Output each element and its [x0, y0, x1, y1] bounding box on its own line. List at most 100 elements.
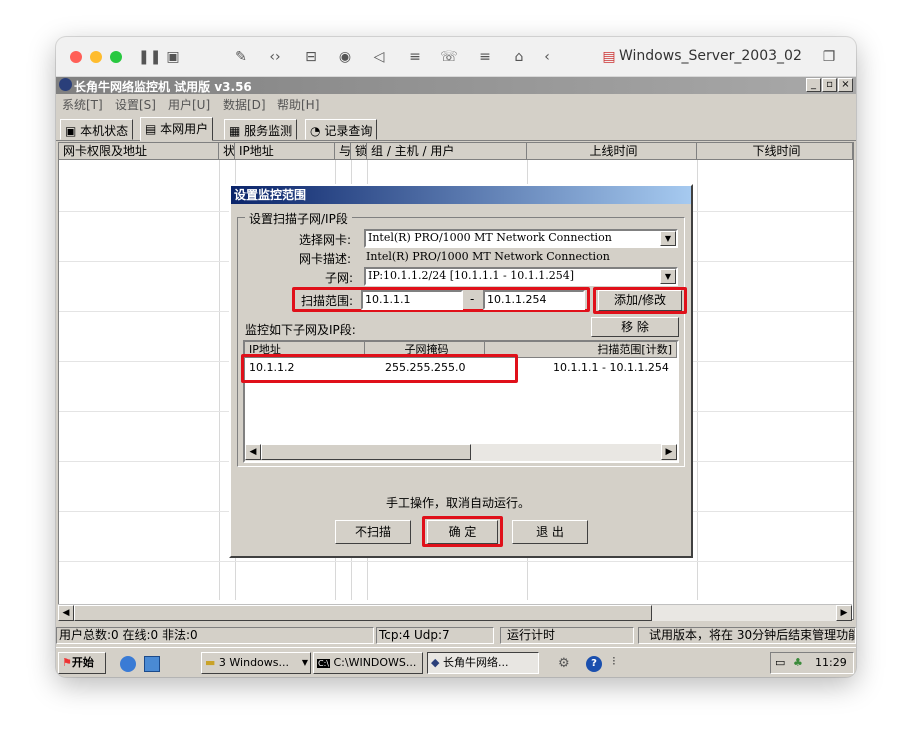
status-run-timer: 运行计时 — [500, 627, 634, 644]
menu-data[interactable]: 数据[D] — [223, 96, 266, 113]
row-range: 10.1.1.1 - 10.1.1.254 — [553, 361, 669, 374]
zoom-traffic-light[interactable] — [110, 51, 122, 63]
taskbar-item-app[interactable]: ◆ 长角牛网络... — [427, 652, 539, 674]
pause-icon[interactable]: ❚❚ — [138, 48, 161, 66]
status-bar: 用户总数:0 在线:0 非法:0 Tcp:4 Udp:7 运行计时 试用版本，将… — [56, 625, 856, 645]
chevron-down-icon: ▼ — [301, 658, 308, 667]
chevron-down-icon[interactable]: ▼ — [660, 269, 676, 284]
console-icon: C:\ — [317, 659, 330, 668]
show-desktop-icon[interactable] — [144, 656, 160, 672]
desc-label: 网卡描述: — [299, 252, 352, 266]
computer-icon: ▣ — [65, 124, 77, 138]
column-header[interactable]: 上线时间 — [527, 143, 697, 160]
subnet-label: 子网: — [325, 271, 354, 285]
taskbar-item-label: 长角牛网络... — [442, 656, 509, 669]
disk-icon[interactable]: ≡ — [406, 48, 424, 66]
column-header[interactable]: 组 / 主机 / 用户 — [367, 143, 527, 160]
phone-icon[interactable]: ☏ — [440, 48, 458, 66]
tab-strip: ▣ 本机状态 ▤ 本网用户 ▦ 服务监测 ◔ 记录查询 — [56, 117, 856, 141]
subnet-select[interactable]: IP:10.1.1.2/24 [10.1.1.1 - 10.1.1.254] ▼ — [364, 267, 678, 286]
query-icon: ◔ — [310, 124, 321, 138]
status-tcp-udp: Tcp:4 Udp:7 — [376, 627, 494, 644]
dialog-title: 设置监控范围 — [231, 186, 691, 204]
network-tray-icon[interactable]: ⚙ — [558, 656, 574, 672]
taskbar-item-label: 3 Windows... — [218, 656, 289, 669]
column-header[interactable]: 与 — [335, 143, 351, 160]
storage-icon[interactable]: ≡ — [476, 48, 494, 66]
column-header[interactable]: IP地址 — [235, 143, 335, 160]
close-button[interactable]: × — [838, 78, 853, 92]
tab-label: 记录查询 — [324, 124, 373, 138]
window-title: Windows_Server_2003_02 — [619, 48, 802, 64]
desc-value: Intel(R) PRO/1000 MT Network Connection — [366, 250, 610, 263]
add-modify-button[interactable]: 添加/修改 — [598, 290, 682, 311]
exit-button[interactable]: 退 出 — [512, 520, 588, 544]
close-traffic-light[interactable] — [70, 51, 82, 63]
maximize-button[interactable]: ▫ — [822, 78, 837, 92]
monitor-range-dialog: 设置监控范围 设置扫描子网/IP段 选择网卡: Intel(R) PRO/100… — [229, 184, 693, 558]
horizontal-scrollbar[interactable]: ◀ ▶ — [58, 604, 852, 621]
nic-value: Intel(R) PRO/1000 MT Network Connection — [368, 231, 612, 244]
no-scan-button[interactable]: 不扫描 — [335, 520, 411, 544]
minimize-button[interactable]: _ — [806, 78, 821, 92]
minimize-traffic-light[interactable] — [90, 51, 102, 63]
folder-share-icon[interactable]: ⌂ — [510, 48, 528, 66]
range-start-input[interactable]: 10.1.1.1 — [361, 290, 463, 310]
taskbar-item-cmd[interactable]: C:\ C:\WINDOWS... — [313, 652, 423, 674]
range-label: 扫描范围: — [301, 294, 354, 308]
range-end-input[interactable]: 10.1.1.254 — [483, 290, 585, 310]
ok-button[interactable]: 确 定 — [427, 520, 498, 544]
chevron-down-icon[interactable]: ▼ — [660, 231, 676, 246]
nic-select[interactable]: Intel(R) PRO/1000 MT Network Connection … — [364, 229, 678, 248]
menu-help[interactable]: 帮助[H] — [277, 96, 319, 113]
tab-service-monitor[interactable]: ▦ 服务监测 — [224, 119, 298, 140]
help-icon[interactable]: ? — [586, 656, 602, 672]
scroll-left-icon[interactable]: ◀ — [58, 605, 74, 621]
scroll-thumb[interactable] — [74, 605, 652, 621]
scroll-right-icon[interactable]: ▶ — [661, 444, 677, 460]
monitor-tray-icon[interactable]: ▭ — [775, 656, 785, 669]
menu-settings[interactable]: 设置[S] — [115, 96, 156, 113]
back-chevron-icon[interactable]: ‹ — [538, 48, 556, 66]
app-logo-icon — [59, 78, 72, 91]
range-dash: - — [470, 292, 475, 306]
menu-users[interactable]: 用户[U] — [168, 96, 210, 113]
menu-system[interactable]: 系统[T] — [62, 96, 103, 113]
tab-label: 服务监测 — [244, 124, 293, 138]
nic-label: 选择网卡: — [299, 233, 352, 247]
user-icon[interactable]: ◉ — [336, 48, 354, 66]
start-button[interactable]: ⚑开始 — [58, 652, 106, 674]
taskbar-item-explorer[interactable]: ▬ 3 Windows... ▼ — [201, 652, 311, 674]
grid-line — [697, 160, 698, 600]
speaker-icon[interactable]: ◁ — [370, 48, 388, 66]
app-tray-icon[interactable]: ♣ — [793, 656, 803, 669]
window-copy-icon[interactable]: ❐ — [820, 48, 838, 66]
tab-record-query[interactable]: ◔ 记录查询 — [305, 119, 378, 140]
windows-flag-icon: ⚑ — [62, 656, 72, 669]
tab-local-status[interactable]: ▣ 本机状态 — [60, 119, 134, 140]
column-header[interactable]: 锁 — [351, 143, 367, 160]
code-arrows-icon[interactable]: ‹› — [266, 48, 284, 66]
app-title: 长角牛网络监控机 试用版 v3.56 — [74, 80, 252, 94]
document-icon: ▤ — [602, 49, 616, 65]
column-header[interactable]: 下线时间 — [697, 143, 853, 160]
ie-icon[interactable] — [120, 656, 136, 672]
wrench-icon[interactable]: ✎ — [232, 48, 250, 66]
scroll-left-icon[interactable]: ◀ — [245, 444, 261, 460]
service-icon: ▦ — [229, 124, 241, 138]
app-titlebar: 长角牛网络监控机 试用版 v3.56 _ ▫ × — [56, 77, 856, 94]
tab-label: 本网用户 — [160, 122, 209, 136]
grip-icon: ⁝ — [612, 654, 616, 668]
scroll-thumb[interactable] — [261, 444, 471, 460]
column-header[interactable]: 状 — [219, 143, 235, 160]
tab-network-users[interactable]: ▤ 本网用户 — [140, 117, 214, 141]
menu-bar: 系统[T] 设置[S] 用户[U] 数据[D] 帮助[H] — [56, 94, 856, 114]
grid-line — [219, 160, 220, 600]
list-hscrollbar[interactable]: ◀ ▶ — [245, 444, 677, 461]
status-user-counts: 用户总数:0 在线:0 非法:0 — [56, 627, 374, 644]
scroll-right-icon[interactable]: ▶ — [836, 605, 852, 621]
remove-button[interactable]: 移 除 — [591, 317, 679, 337]
snapshot-icon[interactable]: ▣ — [164, 48, 182, 66]
drive-icon[interactable]: ⊟ — [302, 48, 320, 66]
column-header[interactable]: 网卡权限及地址 — [59, 143, 219, 160]
